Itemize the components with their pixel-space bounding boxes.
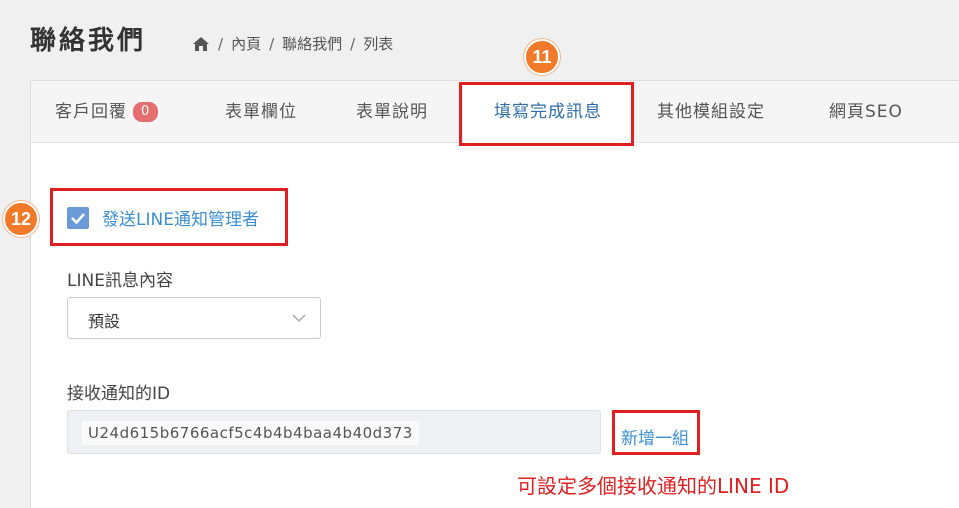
- tab-label: 網頁SEO: [829, 102, 903, 122]
- receiver-id-field[interactable]: U24d615b6766acf5c4b4b4baa4b40d373: [67, 410, 601, 454]
- notify-line-checkbox-label[interactable]: 發送LINE通知管理者: [102, 205, 259, 230]
- tab-label: 客戶回覆: [55, 102, 127, 122]
- tab-label: 表單欄位: [225, 102, 297, 122]
- highlight-box-tab: [459, 82, 634, 146]
- line-message-label: LINE訊息內容: [67, 271, 173, 291]
- notify-line-checkbox[interactable]: [67, 207, 89, 229]
- checkmark-icon: [71, 213, 85, 225]
- tab-seo[interactable]: 網頁SEO: [829, 81, 903, 143]
- tab-form-fields[interactable]: 表單欄位: [225, 81, 297, 143]
- breadcrumb-item-contact[interactable]: 聯絡我們: [282, 33, 342, 54]
- tab-customer-replies[interactable]: 客戶回覆 0: [55, 81, 159, 143]
- reply-count-badge: 0: [133, 102, 159, 122]
- breadcrumb: / 內頁 / 聯絡我們 / 列表: [192, 33, 393, 54]
- receiver-id-value: U24d615b6766acf5c4b4b4baa4b40d373: [82, 421, 419, 445]
- step-11-marker: 11: [524, 39, 560, 75]
- breadcrumb-item-inner-page[interactable]: 內頁: [231, 33, 261, 54]
- page-title: 聯絡我們: [30, 26, 147, 56]
- tab-label: 其他模組設定: [657, 102, 765, 122]
- breadcrumb-separator: /: [269, 34, 275, 53]
- annotation-note: 可設定多個接收通知的LINE ID: [517, 474, 790, 498]
- breadcrumb-item-list: 列表: [363, 35, 394, 53]
- home-icon[interactable]: [192, 36, 210, 52]
- step-12-marker: 12: [3, 201, 39, 237]
- chevron-down-icon: [292, 314, 306, 323]
- breadcrumb-separator: /: [218, 34, 224, 53]
- receiver-id-label: 接收通知的ID: [67, 384, 171, 404]
- tab-label: 表單說明: [356, 102, 428, 122]
- line-message-selected-value: 預設: [88, 312, 121, 331]
- add-receiver-id-link[interactable]: 新增一組: [621, 424, 689, 449]
- line-message-select[interactable]: 預設: [67, 297, 321, 339]
- breadcrumb-separator: /: [350, 34, 356, 53]
- tab-other-module-settings[interactable]: 其他模組設定: [657, 81, 765, 143]
- tab-form-description[interactable]: 表單說明: [356, 81, 428, 143]
